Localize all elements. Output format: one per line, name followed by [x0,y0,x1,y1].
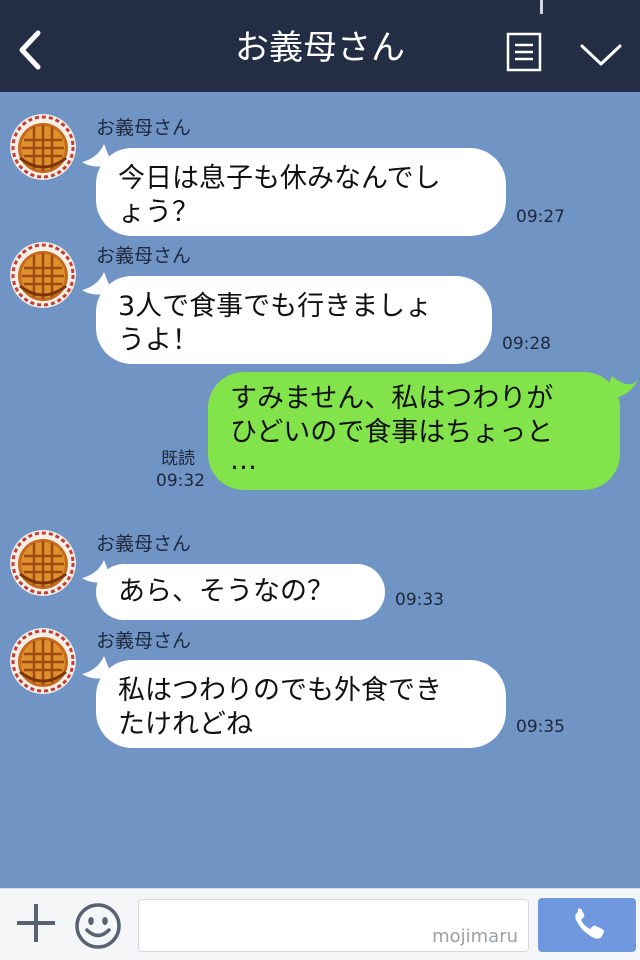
contact-avatar[interactable] [10,530,76,596]
message-time: 09:28 [502,334,551,354]
message-time: 09:35 [516,717,565,737]
message-line: 3人で食事でも行きましょ [118,291,433,322]
message-time: 09:27 [516,207,565,227]
message-time: 09:33 [395,590,444,610]
message-bubble[interactable]: 3人で食事でも行きましょ うよ！ [96,276,492,364]
sender-name: お義母さん [96,117,192,139]
watermark-text: mojimaru [432,926,518,947]
input-bar: mojimaru [0,888,640,960]
message-line: … [230,445,257,476]
contact-avatar[interactable] [10,628,76,694]
message-line: 私はつわりのでも外食でき [118,675,442,706]
sender-name: お義母さん [96,533,192,555]
bubble-tail [604,376,638,398]
smiley-icon[interactable] [73,901,123,951]
contact-avatar[interactable] [10,114,76,180]
message-line: あら、そうなの？ [118,576,334,607]
sender-name: お義母さん [96,630,192,652]
list-icon[interactable] [506,32,542,72]
sender-name: お義母さん [96,245,192,267]
message-line: 今日は息子も休みなんでし [118,163,441,194]
phone-icon [575,908,604,939]
message-time: 09:32 [156,471,205,491]
read-label: 既読 [161,449,195,469]
message-bubble[interactable]: 今日は息子も休みなんでし ょう？ [96,148,506,236]
message-input[interactable]: mojimaru [138,899,529,952]
chat-title: お義母さん [235,28,405,68]
chat-header: お義母さん [0,0,640,92]
status-bar-indicator [540,0,543,14]
call-button[interactable] [538,898,636,952]
message-bubble[interactable]: 私はつわりのでも外食でき たけれどね [96,660,506,748]
message-line: ょう？ [118,197,199,228]
plus-icon[interactable] [14,901,58,945]
message-line: すみません、私はつわりが [230,383,554,414]
read-receipt: 既読 09:32 [156,448,205,492]
message-bubble[interactable]: あら、そうなの？ [96,564,385,620]
message-line: ひどいので食事はちょっと [230,417,554,448]
contact-avatar[interactable] [10,242,76,308]
message-line: うよ！ [118,325,199,356]
chevron-down-icon[interactable] [578,40,624,70]
message-line: たけれどね [118,709,253,740]
message-bubble[interactable]: すみません、私はつわりが ひどいので食事はちょっと … [208,372,620,490]
